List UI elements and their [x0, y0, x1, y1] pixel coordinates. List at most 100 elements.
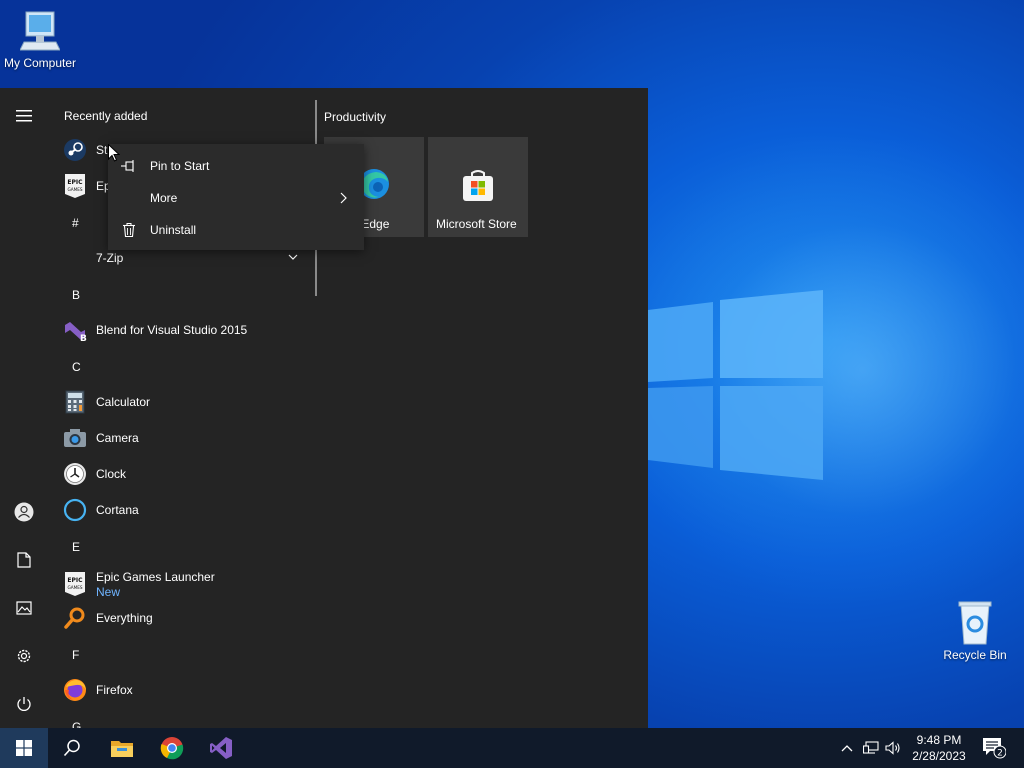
- tile-label: Microsoft Store: [436, 217, 517, 231]
- notification-icon: 2: [983, 738, 1006, 759]
- app-label: Blend for Visual Studio 2015: [96, 323, 248, 337]
- chrome-icon: [160, 737, 184, 760]
- cortana-icon: [63, 498, 87, 522]
- folder-icon: [63, 246, 87, 270]
- user-icon: [14, 502, 34, 522]
- search-icon: [63, 739, 80, 757]
- documents-button[interactable]: [0, 540, 48, 580]
- chevron-down-icon: [288, 254, 298, 260]
- app-item-everything[interactable]: Everything: [48, 600, 310, 636]
- settings-button[interactable]: [0, 636, 48, 676]
- app-label-text: Epic Games Launcher: [96, 569, 215, 584]
- desktop-icon-recycle-bin[interactable]: Recycle Bin: [935, 600, 1015, 662]
- letter-header-hash[interactable]: #: [72, 216, 88, 230]
- desktop-icon-label: My Computer: [3, 56, 77, 70]
- speaker-icon: [885, 741, 900, 755]
- desktop-icon-label: Recycle Bin: [943, 648, 1007, 662]
- steam-icon: [63, 138, 87, 162]
- taskbar-clock[interactable]: 9:48 PM 2/28/2023: [904, 732, 974, 764]
- chevron-right-icon: [340, 192, 347, 204]
- mouse-cursor-icon: [108, 144, 120, 162]
- trash-icon: [108, 223, 150, 237]
- clock-date: 2/28/2023: [912, 749, 966, 763]
- svg-text:B: B: [80, 334, 87, 342]
- app-label: Camera: [96, 431, 139, 445]
- gear-icon: [17, 649, 31, 663]
- store-icon: [463, 170, 493, 201]
- calculator-icon: [63, 390, 87, 414]
- app-label: St: [96, 143, 108, 157]
- recently-added-header: Recently added: [64, 109, 148, 123]
- power-button[interactable]: [0, 684, 48, 724]
- start-rail: [0, 88, 48, 728]
- epic-games-icon: EPIC GAMES: [63, 174, 87, 198]
- tile-microsoft-store[interactable]: Microsoft Store: [428, 137, 528, 237]
- network-button[interactable]: [861, 728, 881, 768]
- app-label: Clock: [96, 467, 127, 481]
- context-item-label: Pin to Start: [150, 159, 210, 173]
- new-badge: New: [96, 584, 121, 599]
- letter-header-c[interactable]: C: [72, 360, 88, 374]
- blend-icon: B: [63, 318, 87, 342]
- chevron-up-icon: [841, 745, 853, 752]
- context-item-pin-to-start[interactable]: Pin to Start: [108, 150, 364, 182]
- power-icon: [17, 697, 31, 711]
- notification-count: 2: [997, 749, 1003, 759]
- letter-header-g[interactable]: G: [72, 720, 88, 728]
- app-label: Calculator: [96, 395, 151, 409]
- app-label: 7-Zip: [96, 251, 124, 265]
- svg-text:GAMES: GAMES: [67, 187, 82, 192]
- app-item-firefox[interactable]: Firefox: [48, 672, 310, 708]
- clock-icon: [63, 462, 87, 486]
- letter-header-e[interactable]: E: [72, 540, 88, 554]
- epic-games-icon: EPIC GAMES: [63, 572, 87, 596]
- app-label: Everything: [96, 611, 153, 625]
- firefox-icon: [63, 678, 87, 702]
- clock-time: 9:48 PM: [916, 733, 962, 747]
- letter-header-f[interactable]: F: [72, 648, 88, 662]
- app-item-clock[interactable]: Clock: [48, 456, 310, 492]
- app-label: Epic Games Launcher New: [96, 570, 215, 599]
- svg-text:EPIC: EPIC: [67, 179, 83, 186]
- hamburger-icon: [16, 110, 32, 122]
- context-item-label: More: [150, 191, 178, 205]
- context-item-more[interactable]: More: [108, 182, 364, 214]
- picture-icon: [16, 601, 32, 615]
- action-center-button[interactable]: 2: [978, 728, 1010, 768]
- tile-group-header[interactable]: Productivity: [324, 110, 386, 124]
- account-button[interactable]: [0, 492, 48, 532]
- context-item-uninstall[interactable]: Uninstall: [108, 214, 364, 246]
- taskbar-file-explorer[interactable]: [98, 728, 146, 768]
- context-menu: Pin to Start More Uninstall: [108, 144, 364, 250]
- context-item-label: Uninstall: [150, 223, 197, 237]
- start-button[interactable]: [0, 728, 48, 768]
- volume-button[interactable]: [883, 728, 903, 768]
- letter-header-b[interactable]: B: [72, 288, 88, 302]
- app-label: Cortana: [96, 503, 139, 517]
- expand-menu-button[interactable]: [0, 96, 48, 136]
- pictures-button[interactable]: [0, 588, 48, 628]
- recycle-bin-icon: [958, 601, 992, 645]
- app-item-cortana[interactable]: Cortana: [48, 492, 310, 528]
- taskbar: 9:48 PM 2/28/2023 2: [0, 728, 1024, 768]
- desktop-icon-my-computer[interactable]: My Computer: [0, 10, 80, 70]
- visual-studio-icon: [210, 737, 232, 759]
- taskbar-chrome[interactable]: [148, 728, 196, 768]
- app-item-camera[interactable]: Camera: [48, 420, 310, 456]
- windows-wallpaper-logo: [648, 290, 823, 480]
- computer-icon: [20, 11, 60, 51]
- app-item-calculator[interactable]: Calculator: [48, 384, 310, 420]
- folder-icon: [111, 741, 133, 757]
- document-icon: [17, 552, 31, 568]
- taskbar-visual-studio[interactable]: [197, 728, 245, 768]
- search-button[interactable]: [48, 728, 96, 768]
- app-label: Firefox: [96, 683, 133, 697]
- windows-logo-icon: [16, 740, 32, 756]
- app-item-blend[interactable]: B Blend for Visual Studio 2015: [48, 312, 310, 348]
- search-magnifier-icon: [63, 606, 87, 630]
- show-hidden-icons-button[interactable]: [838, 728, 856, 768]
- svg-text:GAMES: GAMES: [67, 585, 82, 590]
- app-item-epic-games-launcher[interactable]: EPIC GAMES Epic Games Launcher New: [48, 564, 310, 604]
- svg-text:EPIC: EPIC: [67, 577, 83, 584]
- camera-icon: [63, 426, 87, 450]
